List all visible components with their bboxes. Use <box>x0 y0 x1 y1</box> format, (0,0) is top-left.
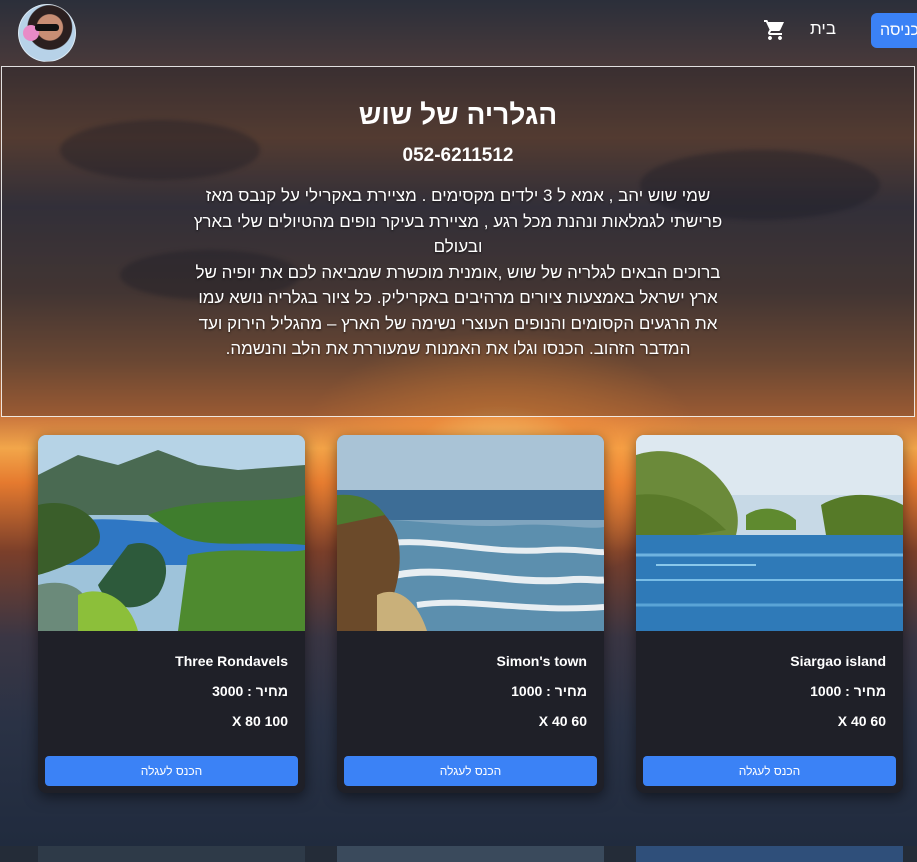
product-price: מחיר : 1000 <box>810 683 886 699</box>
add-to-cart-button[interactable]: הכנס לעגלה <box>643 756 896 786</box>
product-size: 60 X 40 <box>538 713 587 729</box>
product-size: 60 X 40 <box>837 713 886 729</box>
painting-image-three-rondavels[interactable] <box>38 435 305 631</box>
product-card: Three Rondavels מחיר : 3000 100 X 80 הכנ… <box>38 435 305 793</box>
gallery-intro-panel: הגלריה של שוש 052-6211512 שמי שוש יהב , … <box>1 66 915 417</box>
top-navbar: בית כניסה <box>0 0 917 64</box>
phone-number: 052-6211512 <box>402 145 514 166</box>
product-title: Three Rondavels <box>175 653 288 669</box>
next-row-card-edge <box>337 846 604 862</box>
product-price: מחיר : 1000 <box>511 683 587 699</box>
add-to-cart-button[interactable]: הכנס לעגלה <box>344 756 597 786</box>
avatar[interactable] <box>18 4 76 62</box>
bio-paragraph: שמי שוש יהב , אמא ל 3 ילדים מקסימים . מצ… <box>193 186 723 256</box>
login-button[interactable]: כניסה <box>871 13 917 48</box>
product-size: 100 X 80 <box>231 713 288 729</box>
product-info: Simon's town מחיר : 1000 60 X 40 <box>337 653 604 729</box>
next-row-card-edge <box>636 846 903 862</box>
bio-paragraph: ברוכים הבאים לגלריה של שוש ,אומנית מוכשר… <box>195 262 721 359</box>
nav-home-link[interactable]: בית <box>810 19 836 39</box>
next-row-card-edge <box>38 846 305 862</box>
product-info: Siargao island מחיר : 1000 60 X 40 <box>636 653 903 729</box>
add-to-cart-button[interactable]: הכנס לעגלה <box>45 756 298 786</box>
painting-image-siargao-island[interactable] <box>636 435 903 631</box>
shopping-cart-icon[interactable] <box>763 18 787 42</box>
product-card: Simon's town מחיר : 1000 60 X 40 הכנס לע… <box>337 435 604 793</box>
product-title: Siargao island <box>790 653 886 669</box>
artist-bio: שמי שוש יהב , אמא ל 3 ילדים מקסימים . מצ… <box>188 183 728 362</box>
sunglasses-decoration <box>35 24 59 31</box>
product-info: Three Rondavels מחיר : 3000 100 X 80 <box>38 653 305 729</box>
product-title: Simon's town <box>496 653 587 669</box>
product-card: Siargao island מחיר : 1000 60 X 40 הכנס … <box>636 435 903 793</box>
product-price: מחיר : 3000 <box>212 683 288 699</box>
painting-image-simons-town[interactable] <box>337 435 604 631</box>
page-title: הגלריה של שוש <box>358 99 558 130</box>
